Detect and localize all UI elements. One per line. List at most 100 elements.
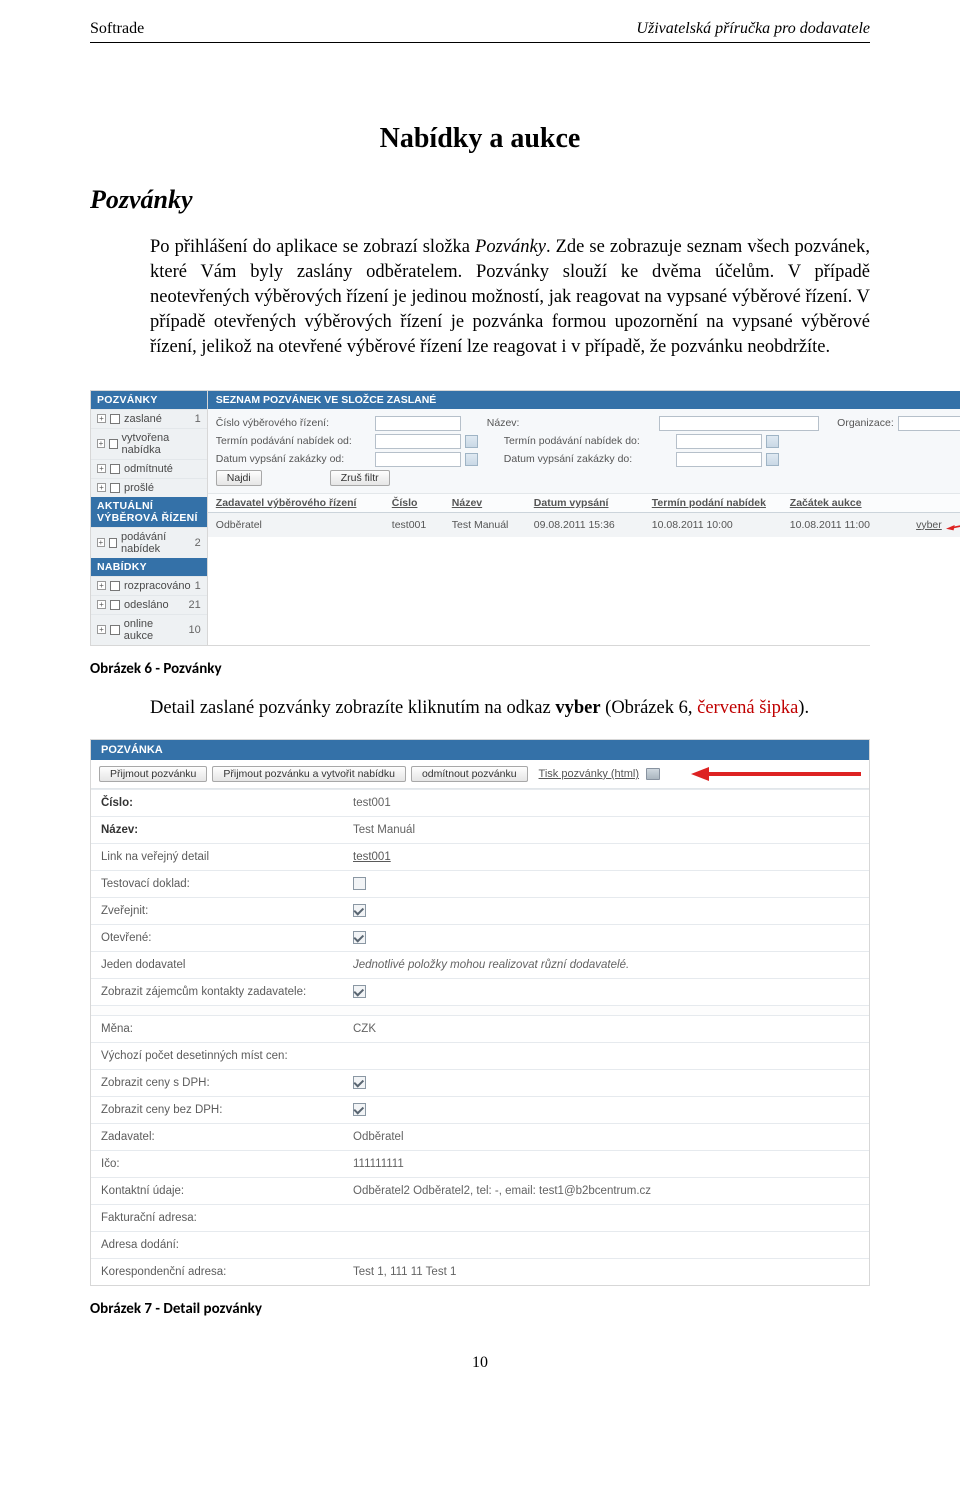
expand-icon[interactable]: + bbox=[97, 600, 106, 609]
screenshot-pozvanka-detail: POZVÁNKA Přijmout pozvánku Přijmout pozv… bbox=[90, 739, 870, 1286]
accept-button[interactable]: Přijmout pozvánku bbox=[99, 766, 207, 782]
checkbox-icon[interactable] bbox=[110, 600, 120, 610]
reject-button[interactable]: odmítnout pozvánku bbox=[411, 766, 528, 782]
red-text: červená šipka bbox=[697, 698, 798, 718]
checkbox-icon[interactable] bbox=[110, 581, 120, 591]
th[interactable]: Název bbox=[452, 497, 526, 509]
filter-input-cislo[interactable] bbox=[375, 416, 461, 431]
expand-icon[interactable]: + bbox=[97, 581, 106, 590]
th[interactable]: Číslo bbox=[392, 497, 444, 509]
detail-value: Jednotlivé položky mohou realizovat různ… bbox=[353, 959, 629, 971]
vyber-link[interactable]: vyber bbox=[916, 519, 942, 531]
sidebar-item-label: odmítnuté bbox=[124, 463, 173, 475]
find-button[interactable]: Najdi bbox=[216, 470, 262, 486]
filter-input-date[interactable] bbox=[676, 452, 762, 467]
separator bbox=[91, 1005, 869, 1015]
calendar-icon[interactable] bbox=[465, 453, 478, 466]
sidebar-item[interactable]: + odmítnuté bbox=[91, 459, 207, 478]
sidebar-item-label: online aukce bbox=[124, 618, 185, 642]
figure-caption-7: Obrázek 7 - Detail pozvánky bbox=[90, 1300, 870, 1318]
detail-key: Otevřené: bbox=[101, 932, 353, 944]
filter-input-date[interactable] bbox=[375, 452, 461, 467]
calendar-icon[interactable] bbox=[766, 435, 779, 448]
page-number: 10 bbox=[90, 1354, 870, 1372]
detail-row: Jeden dodavatelJednotlivé položky mohou … bbox=[91, 951, 869, 978]
text: Detail zaslané pozvánky zobrazíte kliknu… bbox=[150, 698, 555, 718]
checkbox-icon[interactable] bbox=[109, 439, 118, 449]
detail-value: 111111111 bbox=[353, 1158, 404, 1170]
detail-button-row: Přijmout pozvánku Přijmout pozvánku a vy… bbox=[91, 760, 869, 789]
detail-row: Výchozí počet desetinných míst cen: bbox=[91, 1042, 869, 1069]
sidebar-item[interactable]: +rozpracováno1 bbox=[91, 576, 207, 595]
checkbox-icon[interactable] bbox=[110, 414, 120, 424]
detail-key: Zadavatel: bbox=[101, 1131, 353, 1143]
sidebar-item-label: rozpracováno bbox=[124, 580, 191, 592]
text: Po přihlášení do aplikace se zobrazí slo… bbox=[150, 237, 475, 257]
sidebar-item[interactable]: + vytvořena nabídka bbox=[91, 428, 207, 459]
th[interactable]: Termín podání nabídek bbox=[652, 497, 782, 509]
doc-header-right: Uživatelská příručka pro dodavatele bbox=[636, 20, 870, 38]
filter-input-date[interactable] bbox=[676, 434, 762, 449]
detail-key: Ičo: bbox=[101, 1158, 353, 1170]
cell-zacatek-aukce: 10.08.2011 11:00 bbox=[790, 519, 894, 531]
th[interactable]: Zadavatel výběrového řízení bbox=[216, 497, 384, 509]
print-link[interactable]: Tisk pozvánky (html) bbox=[539, 768, 639, 780]
sidebar-item[interactable]: +online aukce10 bbox=[91, 614, 207, 645]
calendar-icon[interactable] bbox=[766, 453, 779, 466]
red-arrow-annotation bbox=[946, 516, 960, 534]
filter-input-nazev[interactable] bbox=[659, 416, 819, 431]
expand-icon[interactable]: + bbox=[97, 464, 106, 473]
detail-paragraph: Detail zaslané pozvánky zobrazíte kliknu… bbox=[150, 696, 870, 721]
checkbox-checked-icon[interactable] bbox=[353, 904, 366, 917]
checkbox-icon[interactable] bbox=[110, 483, 120, 493]
detail-key: Číslo: bbox=[101, 797, 353, 809]
expand-icon[interactable]: + bbox=[97, 414, 106, 423]
detail-row: Fakturační adresa: bbox=[91, 1204, 869, 1231]
screenshot-pozvanky-list: POZVÁNKY +zaslané1+vytvořena nabídka+odm… bbox=[90, 390, 870, 646]
checkbox-unchecked-icon[interactable] bbox=[353, 877, 366, 890]
detail-row: Zobrazit ceny bez DPH: bbox=[91, 1096, 869, 1123]
filter-input-organizace[interactable] bbox=[898, 416, 960, 431]
sidebar-item-count: 1 bbox=[195, 413, 201, 425]
checkbox-checked-icon[interactable] bbox=[353, 985, 366, 998]
expand-icon[interactable]: + bbox=[97, 439, 105, 448]
filter-label: Název: bbox=[487, 417, 655, 429]
accept-and-create-button[interactable]: Přijmout pozvánku a vytvořit nabídku bbox=[212, 766, 406, 782]
sidebar-item[interactable]: +prošlé bbox=[91, 478, 207, 497]
checkbox-checked-icon[interactable] bbox=[353, 931, 366, 944]
detail-value-link[interactable]: test001 bbox=[353, 851, 391, 863]
text: (Obrázek 6, bbox=[601, 698, 698, 718]
checkbox-checked-icon[interactable] bbox=[353, 1076, 366, 1089]
expand-icon[interactable]: + bbox=[97, 625, 106, 634]
checkbox-icon[interactable] bbox=[110, 464, 120, 474]
detail-row: Zobrazit zájemcům kontakty zadavatele: bbox=[91, 978, 869, 1005]
checkbox-icon[interactable] bbox=[110, 625, 120, 635]
sidebar-section-nabidky: NABÍDKY bbox=[91, 558, 207, 576]
sidebar-item-label: vytvořena nabídka bbox=[122, 432, 197, 456]
text: ). bbox=[798, 698, 809, 718]
printer-icon[interactable] bbox=[646, 768, 660, 780]
sidebar-item[interactable]: +podávání nabídek2 bbox=[91, 527, 207, 558]
filter-label: Organizace: bbox=[837, 417, 894, 429]
detail-row: Korespondenční adresa:Test 1, 111 11 Tes… bbox=[91, 1258, 869, 1285]
detail-row: Link na veřejný detailtest001 bbox=[91, 843, 869, 870]
detail-value: Test Manuál bbox=[353, 824, 415, 836]
section-heading-pozvanky: Pozvánky bbox=[90, 185, 870, 215]
calendar-icon[interactable] bbox=[465, 435, 478, 448]
sidebar-item[interactable]: +zaslané1 bbox=[91, 409, 207, 428]
sidebar-item-count: 2 bbox=[195, 537, 201, 549]
detail-value: Odběratel bbox=[353, 1131, 404, 1143]
table-header: Zadavatel výběrového řízení Číslo Název … bbox=[208, 494, 960, 513]
sidebar-item[interactable]: +odesláno21 bbox=[91, 595, 207, 614]
clear-filter-button[interactable]: Zruš filtr bbox=[330, 470, 390, 486]
th[interactable]: Začátek aukce bbox=[790, 497, 894, 509]
checkbox-icon[interactable] bbox=[109, 538, 117, 548]
chapter-title: Nabídky a aukce bbox=[90, 123, 870, 155]
header-rule bbox=[90, 42, 870, 43]
th[interactable]: Datum vypsání bbox=[534, 497, 644, 509]
detail-value: Odběratel2 Odběratel2, tel: -, email: te… bbox=[353, 1185, 651, 1197]
filter-input-date[interactable] bbox=[375, 434, 461, 449]
checkbox-checked-icon[interactable] bbox=[353, 1103, 366, 1116]
expand-icon[interactable]: + bbox=[97, 483, 106, 492]
expand-icon[interactable]: + bbox=[97, 538, 105, 547]
